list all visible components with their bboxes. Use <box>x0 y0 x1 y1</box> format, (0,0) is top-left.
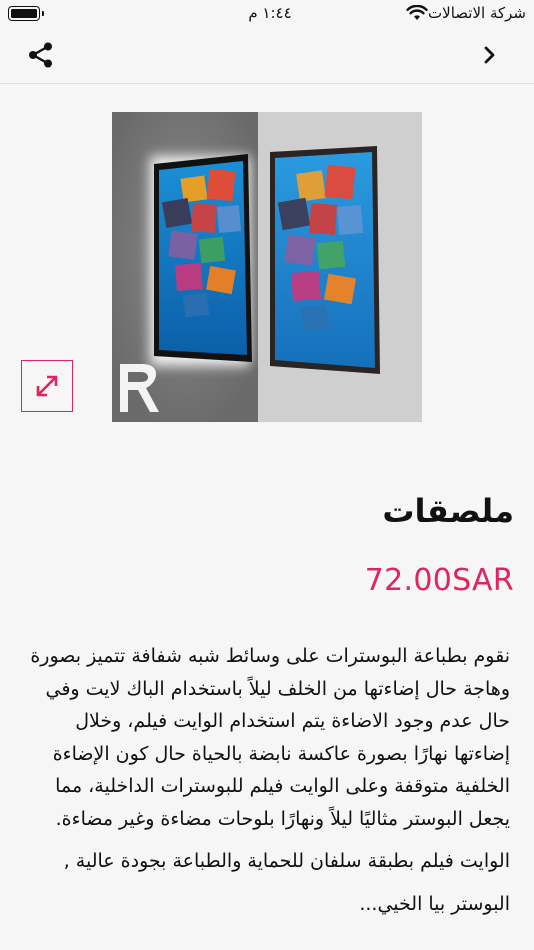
share-icon[interactable] <box>26 40 56 70</box>
description-paragraph: نقوم بطباعة البوسترات على وسائط شبه شفاف… <box>30 645 510 830</box>
battery-icon <box>8 6 44 21</box>
status-time: ١:٤٤ م <box>248 4 292 22</box>
product-price: 72.00SAR <box>364 563 514 598</box>
navigation-bar <box>0 28 534 84</box>
lightbox-poster-image <box>112 112 422 422</box>
status-bar: ١:٤٤ م شركة الاتصالات <box>0 0 534 28</box>
expand-image-button[interactable] <box>21 360 73 412</box>
description-paragraph: الوايت فيلم بطبقة سلفان للحماية والطباعة… <box>63 850 510 872</box>
product-title: ملصقات <box>382 492 514 530</box>
product-image[interactable] <box>112 112 422 422</box>
wifi-icon <box>406 5 428 20</box>
description-paragraph: البوستر بيا الخيي... <box>359 892 510 915</box>
chevron-right-icon[interactable] <box>480 44 500 66</box>
product-description: نقوم بطباعة البوسترات على وسائط شبه شفاف… <box>26 640 510 920</box>
expand-icon <box>36 375 58 397</box>
carrier-name: شركة الاتصالات <box>428 4 526 22</box>
